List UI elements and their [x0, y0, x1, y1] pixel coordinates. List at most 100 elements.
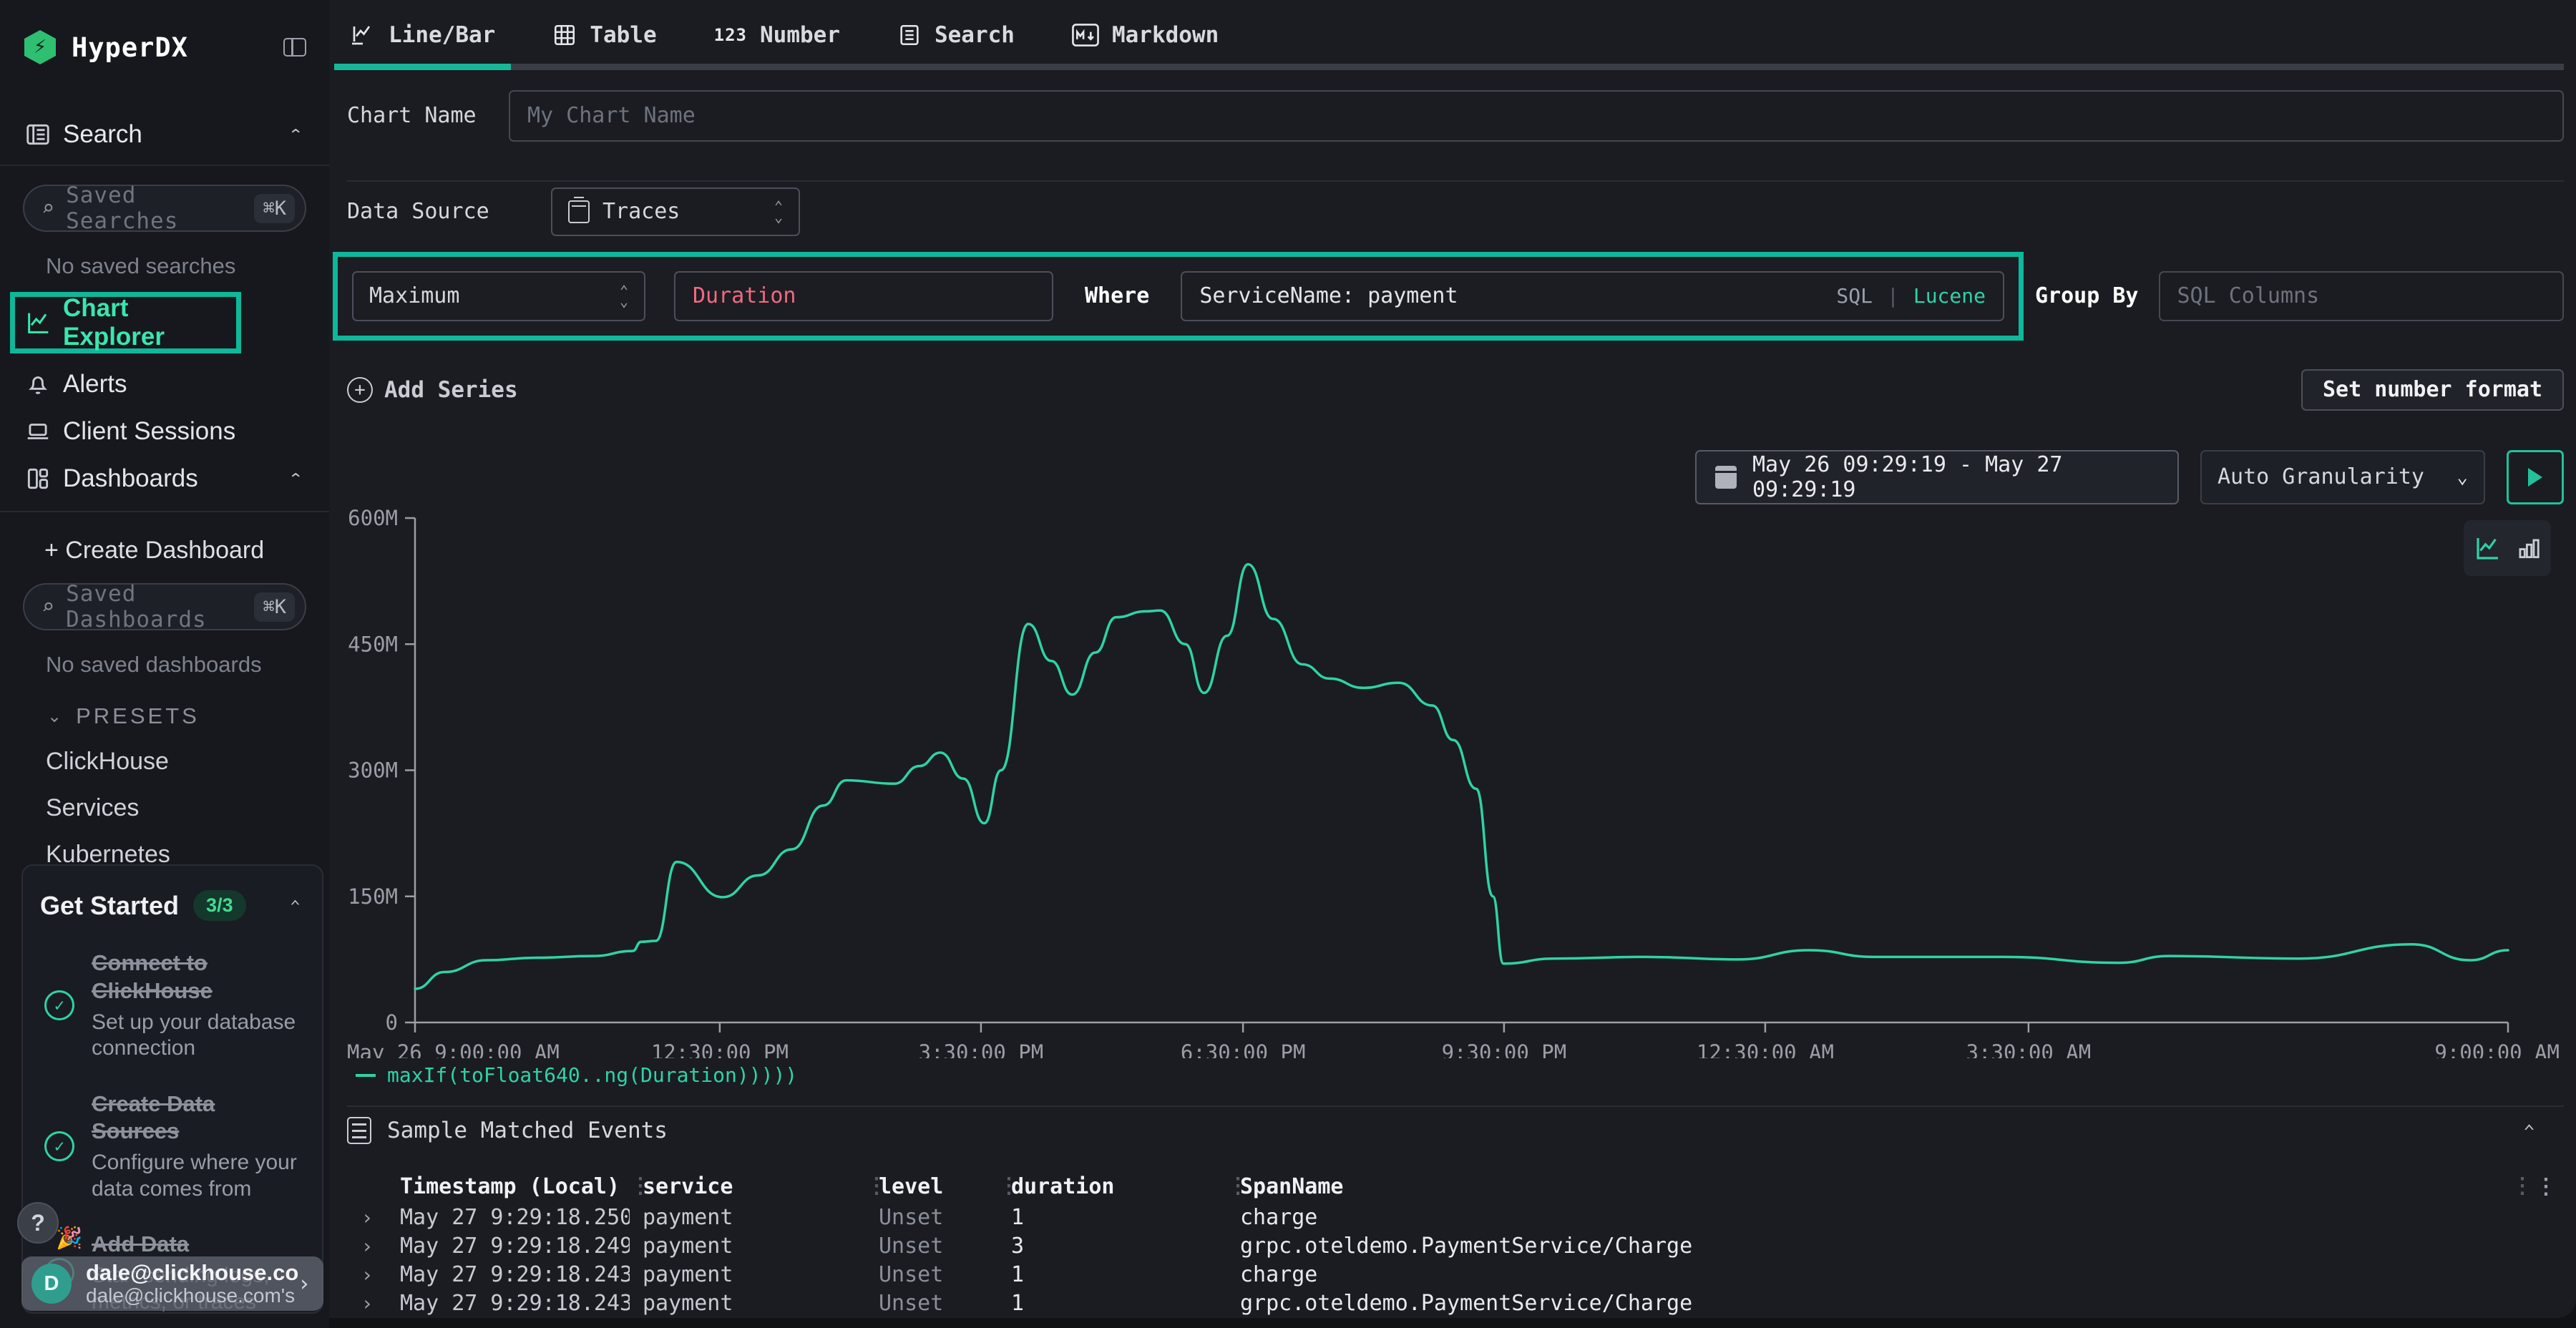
field-value: Duration: [693, 283, 796, 308]
tab-label: Line/Bar: [389, 22, 495, 48]
chevron-up-icon[interactable]: ⌃: [288, 126, 303, 144]
cell-timestamp: May 27 9:29:18.250 AM: [387, 1205, 630, 1230]
sidebar-item-client-sessions[interactable]: Client Sessions: [0, 408, 329, 455]
get-started-item[interactable]: ✓ Create Data Sources Configure where yo…: [40, 1090, 301, 1203]
presets-toggle[interactable]: ⌄ PRESETS: [0, 678, 329, 729]
get-started-panel: Get Started 3/3 ⌃ ✓ Connect to ClickHous…: [21, 864, 323, 1314]
event-row[interactable]: ›May 27 9:29:18.250 AMpaymentUnset1charg…: [347, 1204, 2564, 1232]
sidebar-collapse-icon[interactable]: [283, 38, 306, 57]
timeseries-chart[interactable]: 0150M300M450M600MMay 26 9:00:00 AM12:30:…: [347, 500, 2564, 1058]
user-email: dale@clickhouse.com: [86, 1261, 298, 1285]
run-query-button[interactable]: [2507, 450, 2564, 504]
cell-timestamp: May 27 9:29:18.243 AM: [387, 1262, 630, 1287]
chevron-up-icon[interactable]: ⌃: [2523, 1121, 2535, 1140]
step-title: Add Data: [92, 1231, 299, 1259]
cell-spanname: charge: [1227, 1262, 2528, 1287]
row-expand-chevron[interactable]: ›: [347, 1292, 387, 1315]
chart-name-input[interactable]: My Chart Name: [509, 90, 2564, 142]
bell-icon: [24, 371, 63, 398]
col-timestamp[interactable]: Timestamp (Local): [387, 1174, 630, 1199]
where-query-input[interactable]: ServiceName: payment SQL | Lucene: [1181, 271, 2004, 321]
sidebar-item-dashboards[interactable]: Dashboards ⌃: [0, 455, 329, 502]
get-started-header[interactable]: Get Started 3/3 ⌃: [40, 890, 301, 921]
markdown-icon: [1072, 23, 1099, 47]
search-section-label: Search: [63, 120, 142, 149]
row-expand-chevron[interactable]: ›: [347, 1263, 387, 1286]
series-line: [415, 565, 2508, 989]
preset-services[interactable]: Services: [0, 776, 329, 822]
field-input[interactable]: Duration: [674, 271, 1053, 321]
sidebar-item-chart-explorer[interactable]: Chart Explorer: [15, 297, 236, 348]
get-started-badge: 3/3: [193, 890, 246, 921]
row-expand-chevron[interactable]: ›: [347, 1206, 387, 1229]
tab-search[interactable]: Search: [894, 0, 1018, 70]
select-updown-icon: ⌃⌄: [774, 201, 783, 223]
event-row[interactable]: ›May 27 9:29:18.243 AMpaymentUnset1charg…: [347, 1261, 2564, 1289]
tab-label: Search: [935, 22, 1015, 48]
check-circle-icon: ✓: [44, 1131, 74, 1161]
group-by-input[interactable]: SQL Columns: [2159, 271, 2565, 321]
y-axis-tick-label: 0: [386, 1010, 398, 1035]
saved-searches-input[interactable]: ⌕ Saved Searches ⌘K: [23, 185, 306, 232]
preset-kubernetes[interactable]: Kubernetes: [0, 822, 329, 869]
tab-markdown[interactable]: Markdown: [1069, 0, 1221, 70]
cell-timestamp: May 27 9:29:18.243 AM: [387, 1291, 630, 1316]
cell-service: payment: [630, 1262, 866, 1287]
y-axis-tick-label: 450M: [348, 632, 398, 656]
get-started-item[interactable]: ✓ Connect to ClickHouse Set up your data…: [40, 949, 301, 1062]
preset-clickhouse[interactable]: ClickHouse: [0, 729, 329, 776]
set-number-format-button[interactable]: Set number format: [2301, 369, 2564, 411]
lucene-toggle[interactable]: Lucene: [1913, 284, 1986, 308]
sample-events-header[interactable]: Sample Matched Events ⌃: [347, 1115, 2564, 1146]
data-source-select[interactable]: Traces ⌃⌄: [551, 187, 800, 236]
create-dashboard-button[interactable]: + Create Dashboard: [0, 512, 329, 565]
col-service[interactable]: service: [630, 1174, 866, 1199]
user-menu[interactable]: D dale@clickhouse.com dale@clickhouse.co…: [21, 1256, 323, 1311]
chart-display-toggle[interactable]: [2464, 520, 2551, 576]
chart-name-placeholder: My Chart Name: [527, 103, 696, 128]
aggregation-select[interactable]: Maximum ⌃⌄: [352, 271, 645, 321]
help-button[interactable]: ?: [17, 1202, 59, 1244]
tab-table[interactable]: Table: [550, 0, 659, 70]
date-range-input[interactable]: May 26 09:29:19 - May 27 09:29:19: [1695, 450, 2179, 504]
chart-name-row: Chart Name My Chart Name: [347, 90, 2564, 142]
tab-line-bar[interactable]: Line/Bar: [347, 0, 498, 70]
chevron-up-icon[interactable]: ⌃: [290, 897, 301, 914]
event-row[interactable]: ›May 27 9:29:18.243 AMpaymentUnset1grpc.…: [347, 1289, 2564, 1318]
row-expand-chevron[interactable]: ›: [347, 1234, 387, 1258]
shortcut-badge: ⌘K: [254, 194, 295, 223]
table-icon: [552, 23, 577, 47]
column-separator: ⋮: [2512, 1173, 2533, 1198]
series-row: Maximum ⌃⌄ Duration Where ServiceName: p…: [333, 252, 2564, 341]
sql-toggle[interactable]: SQL: [1836, 284, 1873, 308]
divider: [0, 165, 329, 166]
event-row[interactable]: ›May 27 9:29:18.249 AMpaymentUnset3grpc.…: [347, 1232, 2564, 1261]
step-title: Connect to ClickHouse: [92, 949, 299, 1005]
cell-duration: 1: [998, 1205, 1227, 1230]
date-range-value: May 26 09:29:19 - May 27 09:29:19: [1752, 452, 2159, 502]
sample-events-title: Sample Matched Events: [387, 1118, 668, 1143]
tab-number[interactable]: 123 Number: [711, 0, 843, 70]
col-spanname[interactable]: SpanName: [1227, 1174, 2528, 1199]
x-axis-tick-label: 12:30:00 AM: [1697, 1040, 1834, 1058]
events-table: Timestamp (Local) service level duration…: [347, 1171, 2564, 1318]
granularity-select[interactable]: Auto Granularity ⌄: [2200, 450, 2485, 504]
saved-dashboards-input[interactable]: ⌕ Saved Dashboards ⌘K: [23, 583, 306, 630]
line-chart-icon: [24, 308, 63, 337]
table-menu-icon[interactable]: ⋮: [2528, 1174, 2564, 1199]
sidebar-item-alerts[interactable]: Alerts: [0, 361, 329, 408]
chevron-up-icon[interactable]: ⌃: [288, 470, 303, 488]
cell-level: Unset: [866, 1291, 998, 1316]
line-chart-icon: [2473, 533, 2503, 563]
play-icon: [2528, 468, 2542, 487]
x-axis-tick-label: 9:30:00 PM: [1442, 1040, 1567, 1058]
add-series-button[interactable]: + Add Series: [347, 377, 518, 403]
chevron-down-icon: ⌄: [47, 706, 64, 727]
sidebar-section-search[interactable]: Search ⌃: [0, 120, 329, 149]
granularity-value: Auto Granularity: [2218, 464, 2424, 489]
col-duration[interactable]: duration: [998, 1174, 1227, 1199]
divider: [347, 180, 2564, 182]
cell-spanname: charge: [1227, 1205, 2528, 1230]
legend-series-name: maxIf(toFloat640..ng(Duration))))): [387, 1063, 797, 1087]
search-section-icon: [24, 121, 52, 148]
